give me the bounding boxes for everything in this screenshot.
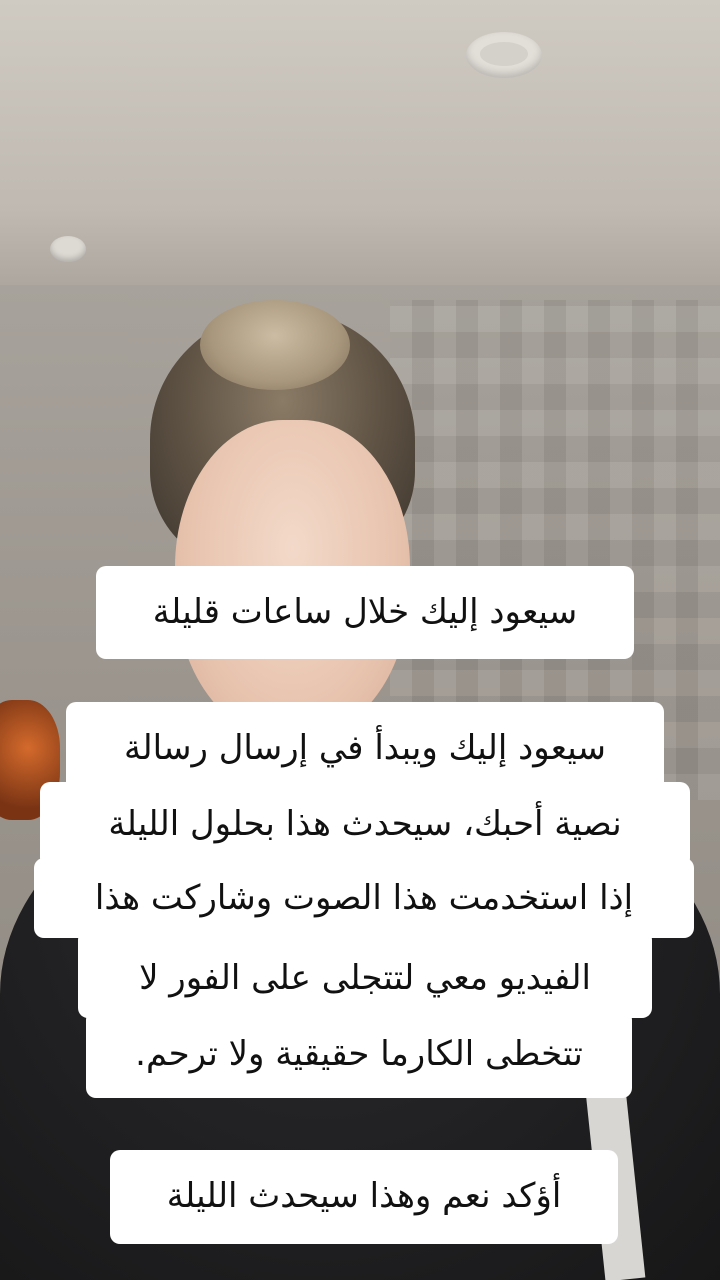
caption-1-line-1: سيعود إليك خلال ساعات قليلة	[152, 592, 578, 632]
ceiling	[0, 0, 720, 300]
smoke-detector	[50, 236, 86, 262]
caption-2-box-2: نصية أحبك، سيحدث هذا بحلول الليلة	[40, 782, 690, 868]
caption-2-line-1: سيعود إليك ويبدأ في إرسال رسالة	[124, 728, 606, 768]
ceiling-light	[466, 32, 542, 78]
hair-bun	[200, 300, 350, 390]
caption-2-box-5: تتخطى الكارما حقيقية ولا ترحم.	[86, 1010, 632, 1098]
caption-2-line-5: تتخطى الكارما حقيقية ولا ترحم.	[135, 1034, 583, 1074]
caption-3-box: أؤكد نعم وهذا سيحدث الليلة	[110, 1150, 618, 1244]
caption-2-box-3: إذا استخدمت هذا الصوت وشاركت هذا	[34, 858, 694, 938]
caption-2-line-4: الفيديو معي لتتجلى على الفور لا	[139, 958, 591, 998]
caption-3-line-1: أؤكد نعم وهذا سيحدث الليلة	[166, 1176, 562, 1216]
caption-2-line-3: إذا استخدمت هذا الصوت وشاركت هذا	[94, 878, 634, 918]
caption-2-box-1: سيعود إليك ويبدأ في إرسال رسالة	[66, 702, 664, 794]
caption-2-line-2: نصية أحبك، سيحدث هذا بحلول الليلة	[108, 804, 622, 844]
caption-1-box: سيعود إليك خلال ساعات قليلة	[96, 566, 634, 659]
caption-2-box-4: الفيديو معي لتتجلى على الفور لا	[78, 930, 652, 1018]
